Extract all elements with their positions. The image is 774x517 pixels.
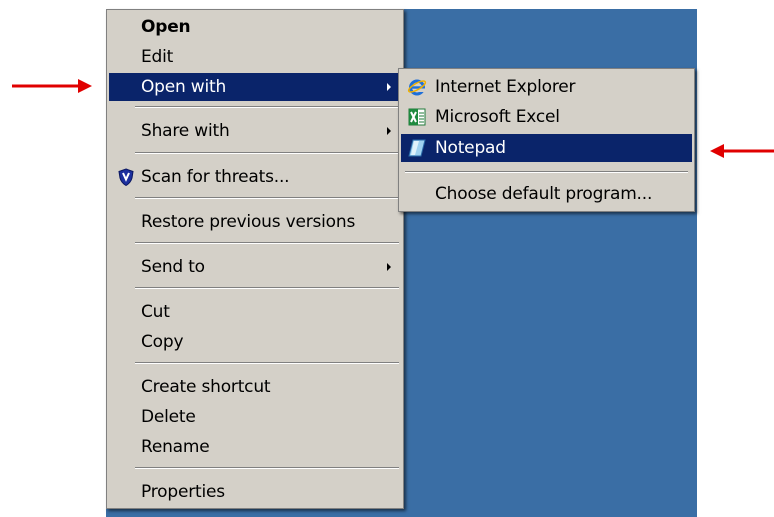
menu-item-delete[interactable]: Delete <box>109 403 401 431</box>
menu-item-scan-label: Scan for threats... <box>141 167 290 187</box>
submenu-arrow-icon <box>387 83 391 91</box>
menu-item-rename[interactable]: Rename <box>109 433 401 461</box>
submenu-item-choose-default-program[interactable]: Choose default program... <box>401 180 692 208</box>
menu-item-open-with-label: Open with <box>141 77 227 97</box>
menu-item-share-with-label: Share with <box>141 121 230 141</box>
menu-item-send-to[interactable]: Send to <box>109 253 401 281</box>
menu-item-send-to-label: Send to <box>141 257 205 277</box>
context-menu: Open Edit Open with Share with Scan for … <box>106 9 404 509</box>
screenshot: Open Edit Open with Share with Scan for … <box>0 0 774 517</box>
menu-separator <box>135 467 399 469</box>
red-annotation-arrow-icon <box>12 79 92 93</box>
submenu-arrow-icon <box>387 263 391 271</box>
menu-item-copy[interactable]: Copy <box>109 328 401 356</box>
submenu-item-microsoft-excel-label: Microsoft Excel <box>435 107 560 127</box>
menu-item-create-shortcut[interactable]: Create shortcut <box>109 373 401 401</box>
menu-separator <box>135 242 399 244</box>
submenu-item-internet-explorer-label: Internet Explorer <box>435 77 576 97</box>
submenu-item-microsoft-excel[interactable]: Microsoft Excel <box>401 103 692 131</box>
submenu-arrow-icon <box>387 127 391 135</box>
menu-separator <box>135 152 399 154</box>
submenu-item-notepad[interactable]: Notepad <box>401 134 692 162</box>
internet-explorer-icon <box>407 79 427 96</box>
open-with-submenu: Internet Explorer Microsoft Excel Notepa… <box>398 68 695 212</box>
menu-item-open-with[interactable]: Open with <box>109 73 401 101</box>
menu-item-cut[interactable]: Cut <box>109 298 401 326</box>
menu-item-open[interactable]: Open <box>109 13 401 41</box>
menu-item-scan-for-threats[interactable]: Scan for threats... <box>109 163 401 191</box>
menu-separator <box>405 171 688 173</box>
excel-icon <box>408 108 426 126</box>
menu-item-restore-previous-versions[interactable]: Restore previous versions <box>109 208 401 236</box>
menu-separator <box>135 287 399 289</box>
submenu-item-notepad-label: Notepad <box>435 138 506 158</box>
shield-icon <box>118 168 134 187</box>
menu-item-properties[interactable]: Properties <box>109 478 401 506</box>
menu-item-edit[interactable]: Edit <box>109 43 401 71</box>
menu-separator <box>135 362 399 364</box>
menu-separator <box>135 197 399 199</box>
menu-separator <box>135 106 399 108</box>
notepad-icon <box>408 139 426 157</box>
submenu-item-internet-explorer[interactable]: Internet Explorer <box>401 73 692 101</box>
red-annotation-arrow-icon <box>710 144 774 158</box>
menu-item-share-with[interactable]: Share with <box>109 117 401 145</box>
